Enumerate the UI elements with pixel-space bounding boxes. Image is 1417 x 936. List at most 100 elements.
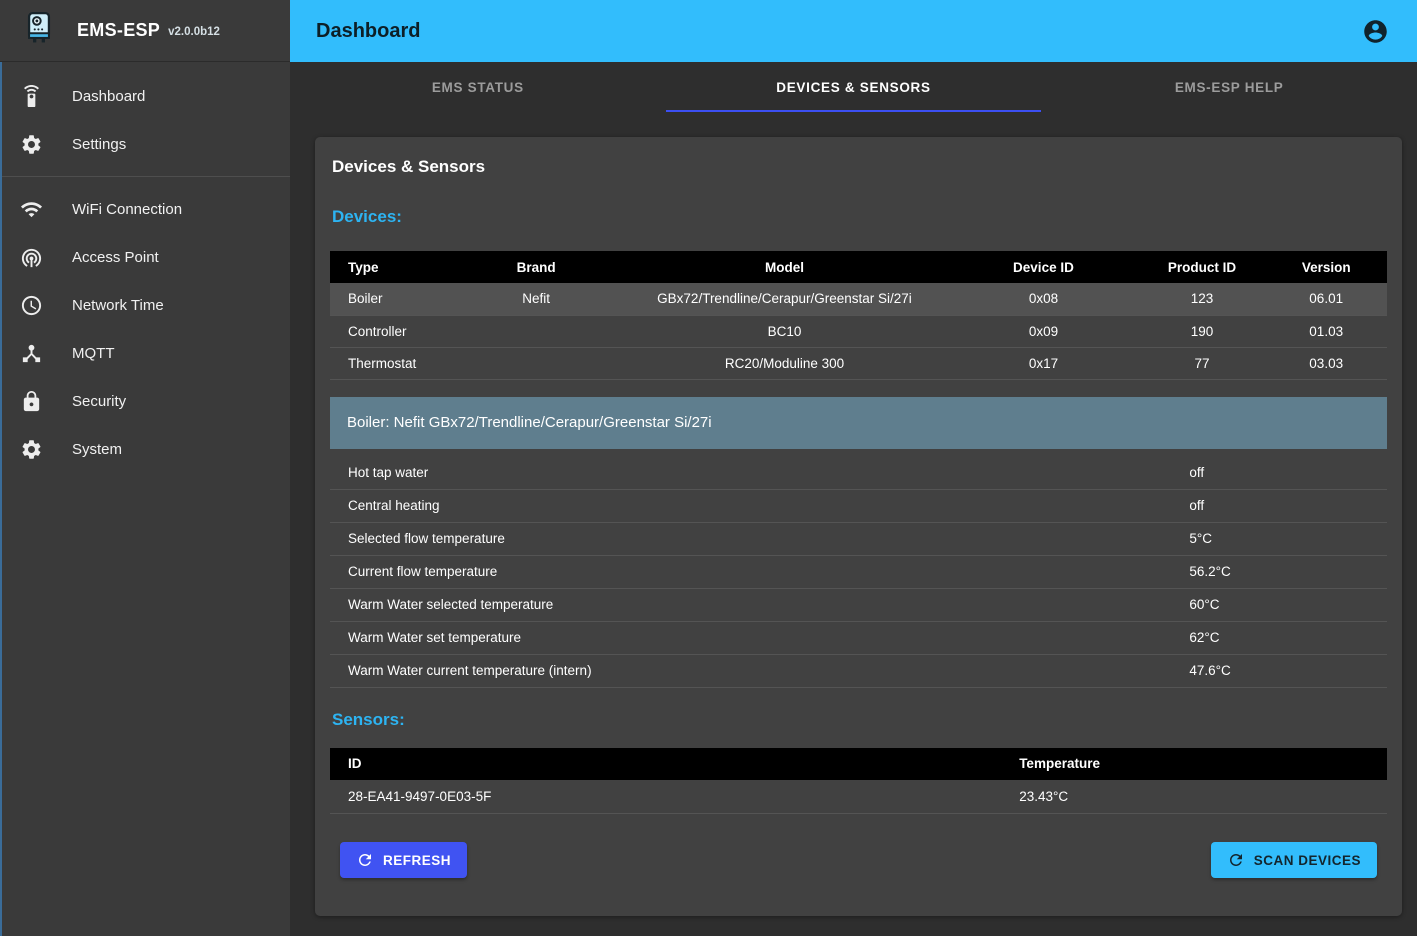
device-values-list: Hot tap water off Central heating off Se… <box>330 457 1387 688</box>
cell-brand <box>452 347 621 379</box>
refresh-icon <box>1227 851 1245 869</box>
sidebar-item-system[interactable]: System <box>0 425 290 473</box>
gear-icon <box>20 438 43 461</box>
sidebar-item-access-point[interactable]: Access Point <box>0 233 290 281</box>
cell-type: Boiler <box>330 283 452 315</box>
sidebar-nav: Dashboard Settings WiFi Connection Acc <box>0 62 290 473</box>
app-title: EMS-ESP <box>77 20 160 41</box>
selected-device-banner: Boiler: Nefit GBx72/Trendline/Cerapur/Gr… <box>330 397 1387 449</box>
refresh-icon <box>356 851 374 869</box>
sidebar-divider <box>0 176 290 177</box>
sidebar-item-label: System <box>72 441 122 458</box>
cell-product-id: 77 <box>1139 347 1266 379</box>
refresh-button[interactable]: REFRESH <box>340 842 467 878</box>
table-row-controller[interactable]: Controller BC10 0x09 190 01.03 <box>330 315 1387 347</box>
cell-sensor-temperature: 23.43°C <box>1001 780 1387 814</box>
sidebar-item-mqtt[interactable]: MQTT <box>0 329 290 377</box>
tab-ems-esp-help[interactable]: EMS-ESP HELP <box>1041 62 1417 112</box>
app-window: EMS-ESP v2.0.0b12 Dashboard Settings <box>0 0 1417 936</box>
column-header-device-id: Device ID <box>948 251 1138 283</box>
sidebar-item-label: Settings <box>72 136 126 153</box>
cell-type: Controller <box>330 315 452 347</box>
cell-type: Thermostat <box>330 347 452 379</box>
value-label: Central heating <box>330 498 1189 513</box>
table-row-thermostat[interactable]: Thermostat RC20/Moduline 300 0x17 77 03.… <box>330 347 1387 379</box>
sensors-table-header-row: ID Temperature <box>330 748 1387 780</box>
cell-model: RC20/Moduline 300 <box>621 347 949 379</box>
device-hub-icon <box>20 342 43 365</box>
cell-sensor-id: 28-EA41-9497-0E03-5F <box>330 780 1001 814</box>
scan-devices-button-label: SCAN DEVICES <box>1254 853 1361 868</box>
devices-sensors-card: Devices & Sensors Devices: Type Brand Mo… <box>315 137 1402 916</box>
table-row-sensor[interactable]: 28-EA41-9497-0E03-5F 23.43°C <box>330 780 1387 814</box>
topbar: Dashboard <box>290 0 1417 62</box>
account-circle-icon[interactable] <box>1362 18 1389 45</box>
sidebar: EMS-ESP v2.0.0b12 Dashboard Settings <box>0 0 290 936</box>
refresh-button-label: REFRESH <box>383 853 451 868</box>
tab-bar: EMS STATUS DEVICES & SENSORS EMS-ESP HEL… <box>290 62 1417 112</box>
cell-device-id: 0x09 <box>948 315 1138 347</box>
list-item: Warm Water set temperature 62°C <box>330 622 1387 655</box>
list-item: Current flow temperature 56.2°C <box>330 556 1387 589</box>
devices-table: Type Brand Model Device ID Product ID Ve… <box>330 251 1387 380</box>
sensors-table: ID Temperature 28-EA41-9497-0E03-5F 23.4… <box>330 748 1387 815</box>
value-reading: off <box>1189 465 1387 480</box>
sensors-heading: Sensors: <box>332 710 1387 730</box>
scan-devices-button[interactable]: SCAN DEVICES <box>1211 842 1377 878</box>
value-label: Hot tap water <box>330 465 1189 480</box>
cell-product-id: 123 <box>1139 283 1266 315</box>
sidebar-left-accent <box>0 62 2 936</box>
cell-model: GBx72/Trendline/Cerapur/Greenstar Si/27i <box>621 283 949 315</box>
column-header-version: Version <box>1265 251 1387 283</box>
sidebar-item-label: Security <box>72 393 126 410</box>
sidebar-item-dashboard[interactable]: Dashboard <box>0 72 290 120</box>
sidebar-item-settings[interactable]: Settings <box>0 120 290 168</box>
wifi-icon <box>20 198 43 221</box>
cell-version: 03.03 <box>1265 347 1387 379</box>
sidebar-item-label: MQTT <box>72 345 115 362</box>
cell-device-id: 0x17 <box>948 347 1138 379</box>
wifi-tethering-icon <box>20 246 43 269</box>
sidebar-item-label: Dashboard <box>72 88 145 105</box>
gear-icon <box>20 133 43 156</box>
value-reading: off <box>1189 498 1387 513</box>
value-reading: 47.6°C <box>1189 663 1387 678</box>
value-label: Selected flow temperature <box>330 531 1189 546</box>
tab-devices-sensors[interactable]: DEVICES & SENSORS <box>666 62 1042 112</box>
value-reading: 5°C <box>1189 531 1387 546</box>
cell-version: 01.03 <box>1265 315 1387 347</box>
card-title: Devices & Sensors <box>332 157 1387 177</box>
sidebar-header: EMS-ESP v2.0.0b12 <box>0 0 290 62</box>
value-label: Warm Water selected temperature <box>330 597 1189 612</box>
content: Devices & Sensors Devices: Type Brand Mo… <box>290 112 1417 936</box>
main-area: Dashboard EMS STATUS DEVICES & SENSORS E… <box>290 0 1417 936</box>
sidebar-item-security[interactable]: Security <box>0 377 290 425</box>
app-version: v2.0.0b12 <box>168 26 220 38</box>
sidebar-item-label: Access Point <box>72 249 159 266</box>
value-reading: 60°C <box>1189 597 1387 612</box>
sidebar-item-network-time[interactable]: Network Time <box>0 281 290 329</box>
cell-model: BC10 <box>621 315 949 347</box>
lock-icon <box>20 390 43 413</box>
column-header-brand: Brand <box>452 251 621 283</box>
column-header-model: Model <box>621 251 949 283</box>
column-header-temperature: Temperature <box>1001 748 1387 780</box>
tab-ems-status[interactable]: EMS STATUS <box>290 62 666 112</box>
value-label: Warm Water set temperature <box>330 630 1189 645</box>
sidebar-item-label: Network Time <box>72 297 164 314</box>
sidebar-item-wifi-connection[interactable]: WiFi Connection <box>0 185 290 233</box>
table-row-boiler[interactable]: Boiler Nefit GBx72/Trendline/Cerapur/Gre… <box>330 283 1387 315</box>
value-label: Current flow temperature <box>330 564 1189 579</box>
list-item: Selected flow temperature 5°C <box>330 523 1387 556</box>
list-item: Hot tap water off <box>330 457 1387 490</box>
cell-brand: Nefit <box>452 283 621 315</box>
devices-table-header-row: Type Brand Model Device ID Product ID Ve… <box>330 251 1387 283</box>
value-reading: 62°C <box>1189 630 1387 645</box>
boiler-logo-icon <box>22 11 56 50</box>
value-reading: 56.2°C <box>1189 564 1387 579</box>
remote-control-icon <box>20 85 43 108</box>
column-header-id: ID <box>330 748 1001 780</box>
cell-brand <box>452 315 621 347</box>
value-label: Warm Water current temperature (intern) <box>330 663 1189 678</box>
list-item: Warm Water selected temperature 60°C <box>330 589 1387 622</box>
